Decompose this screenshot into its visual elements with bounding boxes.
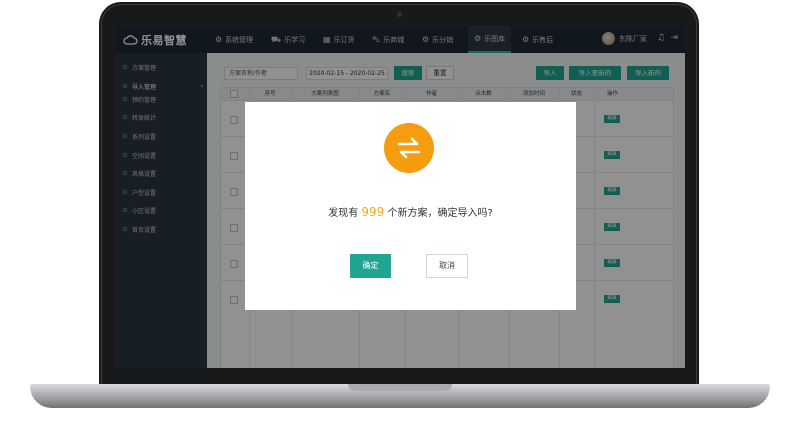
swap-arrows-icon (384, 123, 434, 173)
cancel-button[interactable]: 取消 (426, 254, 468, 278)
camera-icon (397, 12, 402, 17)
message-suffix: 个新方案，确定导入吗? (387, 208, 493, 219)
message-prefix: 发现有 (328, 208, 359, 219)
confirm-button[interactable]: 确定 (350, 254, 391, 278)
new-plan-count: 999 (361, 205, 385, 219)
dialog-message: 发现有 999 个新方案，确定导入吗? (245, 204, 576, 219)
laptop-base (30, 384, 770, 408)
import-confirm-dialog: 发现有 999 个新方案，确定导入吗? 确定 取消 (245, 102, 576, 310)
screen: 乐易智慧 ⚙ 系统管理 ⛟ 乐学习 ▦ 乐订货 ⛍ 乐商城 ⚙ 乐分销 ⚙ 乐图… (115, 26, 685, 368)
laptop-notch (348, 384, 452, 391)
